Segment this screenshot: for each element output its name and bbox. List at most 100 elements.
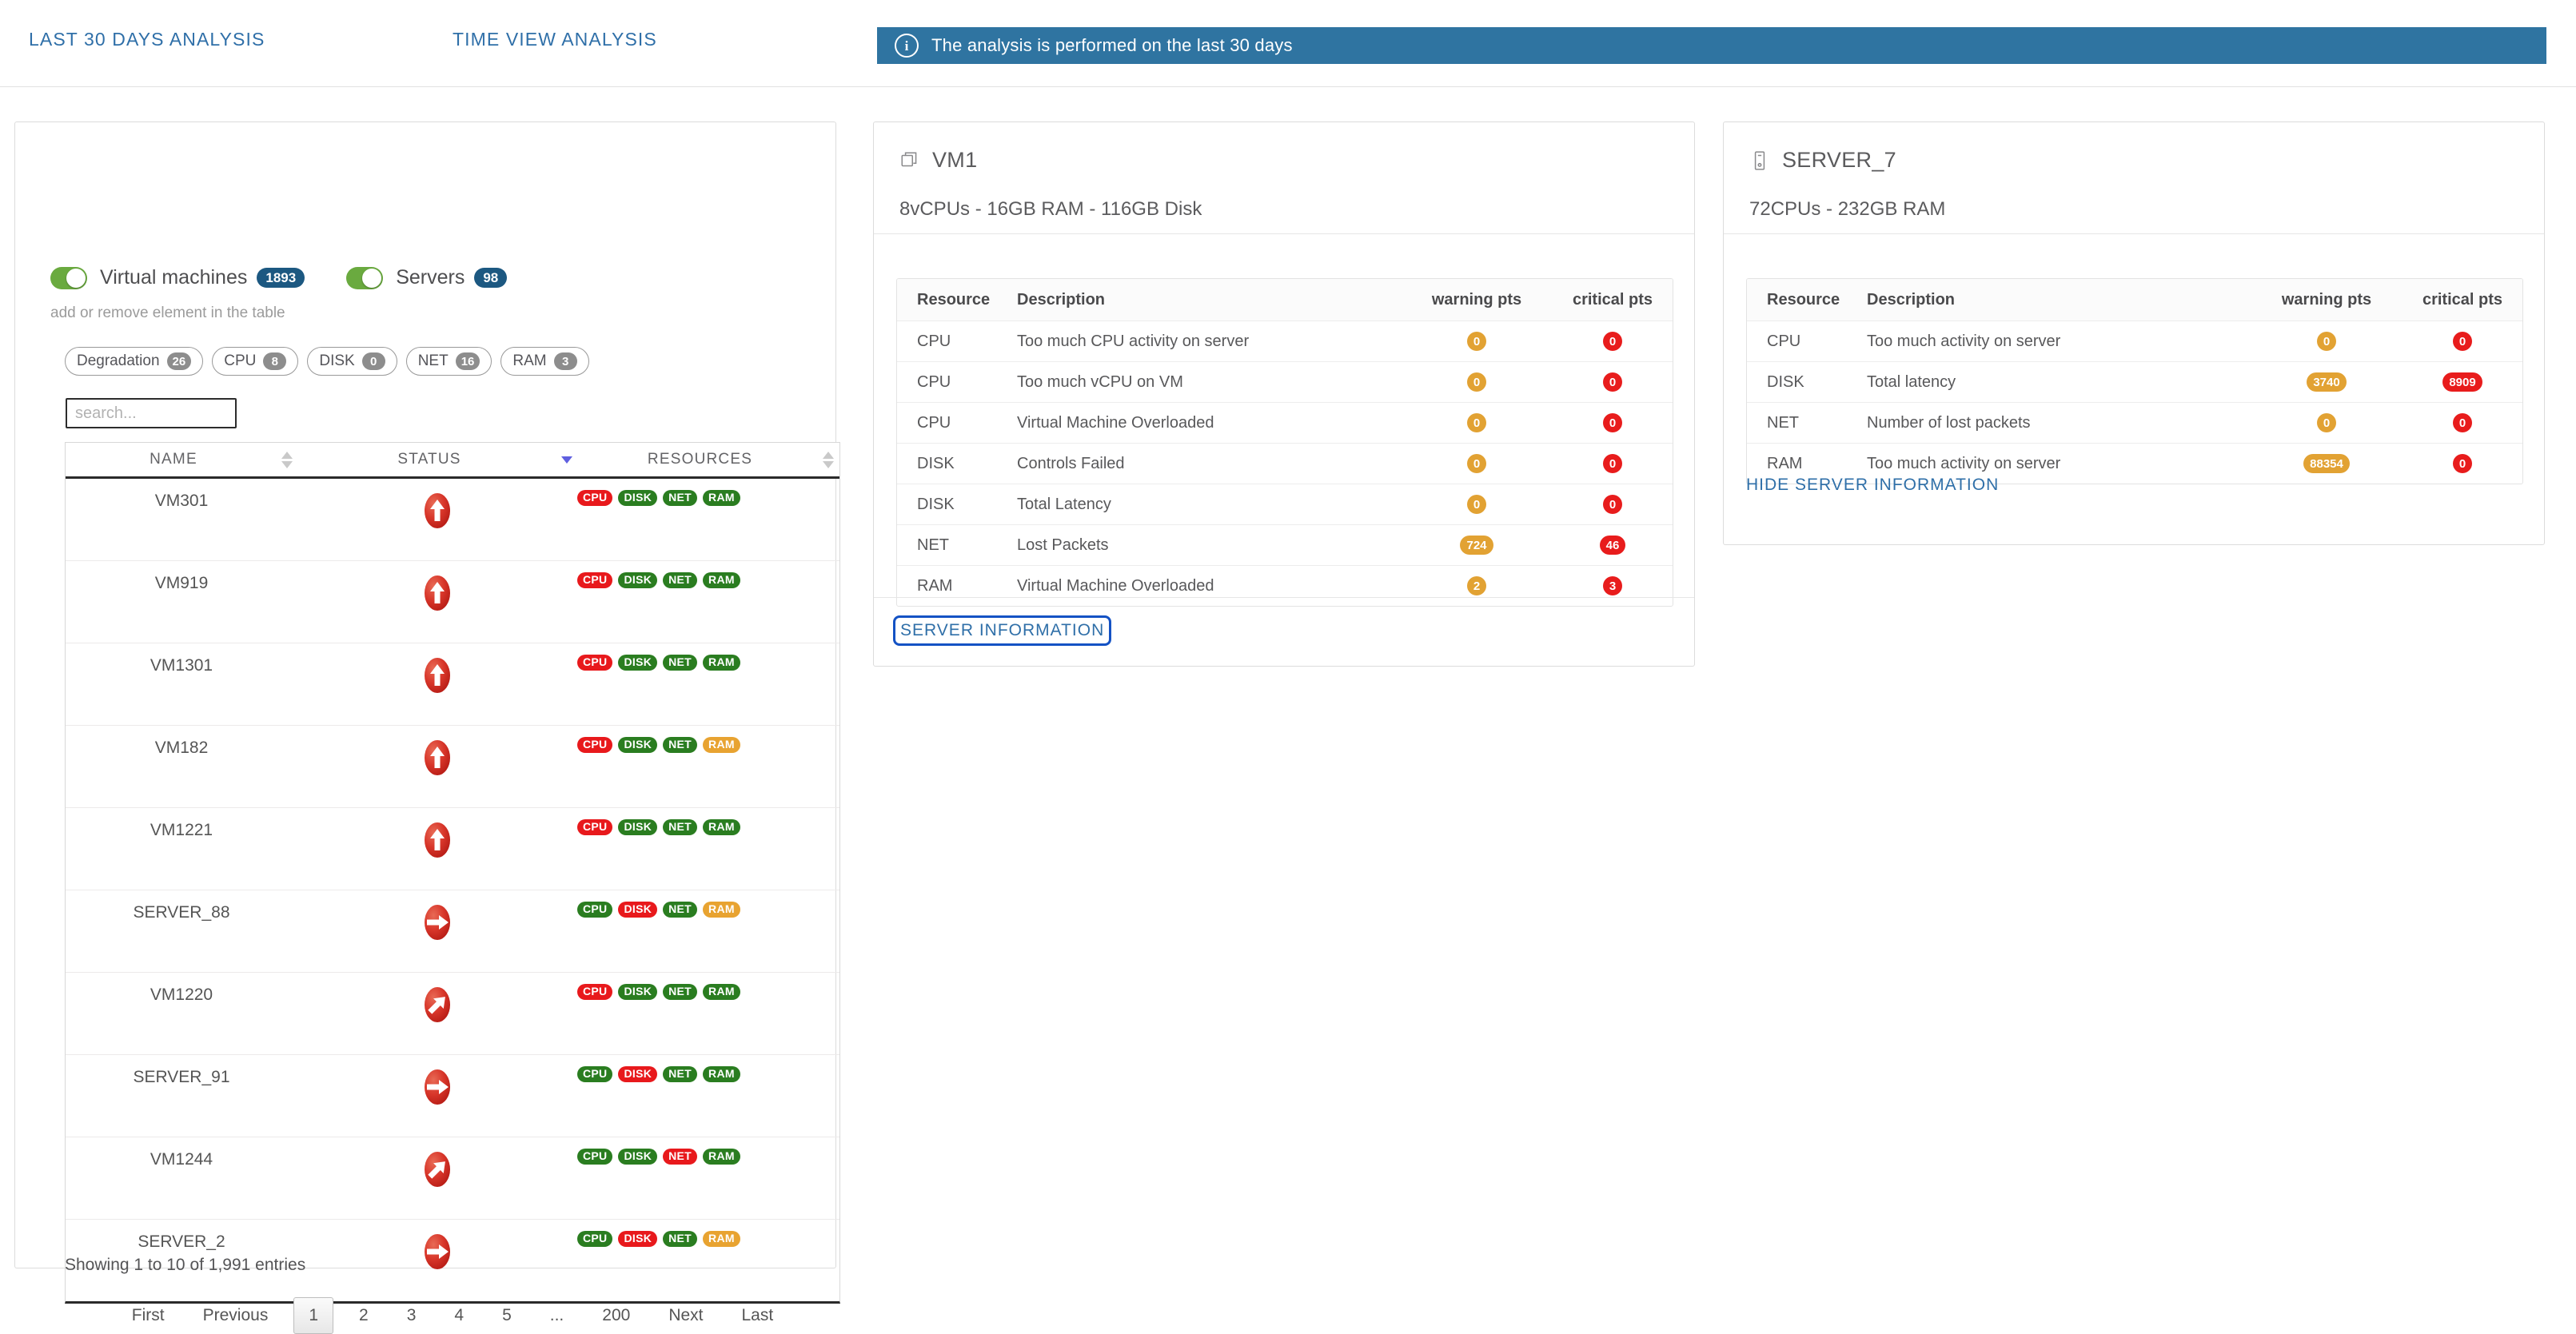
hide-server-information-button[interactable]: HIDE SERVER INFORMATION (1746, 476, 1999, 495)
search-input[interactable] (66, 398, 237, 428)
vm-col-resource: Resource (917, 290, 991, 309)
resource-badge-cpu: CPU (577, 490, 613, 506)
sort-icon-name[interactable] (281, 451, 293, 468)
metric-resource: NET (1767, 413, 1799, 432)
filter-chip-disk[interactable]: DISK 0 (307, 347, 397, 376)
resource-badge-net: NET (663, 1231, 698, 1247)
metric-row: DISK Controls Failed 0 0 (897, 444, 1673, 484)
status-arrow-up-icon (423, 492, 452, 530)
critical-points-badge: 0 (1602, 332, 1623, 352)
metric-warning-cell: 3740 (2251, 372, 2403, 392)
pagination-first[interactable]: First (113, 1298, 184, 1333)
metric-description: Controls Failed (1017, 454, 1125, 472)
resource-badge-disk: DISK (618, 1066, 658, 1082)
column-header-resources-label: RESOURCES (647, 451, 753, 468)
metric-warning-cell: 0 (1401, 372, 1553, 392)
pagination-page-2[interactable]: 2 (340, 1298, 388, 1333)
pagination-page-200[interactable]: 200 (583, 1298, 649, 1333)
cell-resources: CPU DISK NET RAM (577, 561, 839, 643)
metric-critical-cell: 46 (1553, 536, 1673, 556)
cell-status (297, 973, 577, 1054)
column-header-name[interactable]: NAME (66, 443, 297, 476)
resource-badge-net: NET (663, 490, 698, 506)
toggle-virtual-machines[interactable]: Virtual machines 1893 (50, 266, 305, 289)
column-header-resources[interactable]: RESOURCES (577, 443, 839, 476)
resource-badge-disk: DISK (618, 655, 658, 671)
critical-points-badge: 46 (1599, 536, 1626, 556)
resource-badge-ram: RAM (703, 655, 740, 671)
table-row[interactable]: VM1221 CPU DISK NET RAM (66, 808, 839, 890)
tab-last-30-days-analysis[interactable]: LAST 30 DAYS ANALYSIS (29, 29, 265, 50)
resource-badge-cpu: CPU (577, 819, 613, 835)
count-badge-servers: 98 (474, 268, 508, 288)
critical-points-badge: 0 (1602, 372, 1623, 392)
server-title: SERVER_7 (1782, 148, 1896, 172)
filter-chip-ram[interactable]: RAM 3 (500, 347, 589, 376)
table-row[interactable]: VM301 CPU DISK NET RAM (66, 479, 839, 561)
resource-badge-ram: RAM (703, 737, 740, 753)
metric-critical-cell: 3 (1553, 576, 1673, 596)
warning-points-badge: 0 (2316, 413, 2337, 433)
pagination-next[interactable]: Next (649, 1298, 722, 1333)
server-information-button[interactable]: SERVER INFORMATION (893, 615, 1112, 646)
status-arrow-right-icon (423, 903, 452, 942)
resource-badge-cpu: CPU (577, 572, 613, 588)
toggle-switch-virtual-machines[interactable] (50, 266, 87, 289)
cell-machine-name: VM1301 (150, 656, 213, 675)
metric-warning-cell: 0 (2251, 413, 2403, 433)
pagination-page-1[interactable]: 1 (293, 1297, 333, 1334)
table-row[interactable]: VM1301 CPU DISK NET RAM (66, 643, 839, 726)
metric-critical-cell: 0 (1553, 454, 1673, 474)
chip-count: 16 (455, 352, 481, 370)
resource-badge-disk: DISK (618, 737, 658, 753)
warning-points-badge: 2 (1466, 576, 1487, 596)
warning-points-badge: 3740 (2307, 372, 2347, 392)
pagination-page-5[interactable]: 5 (483, 1298, 531, 1333)
chip-label: NET (417, 352, 449, 369)
vm-title: VM1 (932, 148, 978, 172)
toggles-hint: add or remove element in the table (50, 305, 285, 321)
filter-chip-degradation[interactable]: Degradation 26 (65, 347, 204, 376)
pagination-previous[interactable]: Previous (184, 1298, 288, 1333)
tab-time-view-analysis[interactable]: TIME VIEW ANALYSIS (453, 29, 657, 50)
status-arrow-up-icon (423, 574, 452, 612)
sort-icon-status[interactable] (561, 456, 572, 464)
toggle-servers[interactable]: Servers 98 (346, 266, 508, 289)
table-row[interactable]: VM182 CPU DISK NET RAM (66, 726, 839, 808)
server-col-resource: Resource (1767, 290, 1840, 309)
toggle-switch-servers[interactable] (346, 266, 384, 289)
server-detail-card: SERVER_7 72CPUs - 232GB RAM Resource Des… (1723, 121, 2545, 545)
filter-chip-net[interactable]: NET 16 (405, 347, 492, 376)
status-arrow-right-icon (423, 1232, 452, 1271)
vm-detail-footer: SERVER INFORMATION (874, 597, 1694, 666)
pagination-page-3[interactable]: 3 (388, 1298, 436, 1333)
metric-critical-cell: 0 (1553, 332, 1673, 352)
vm-metrics-body: CPU Too much CPU activity on server 0 0 CPU T… (897, 321, 1673, 606)
warning-points-badge: 0 (1466, 332, 1487, 352)
metric-resource: NET (917, 536, 949, 554)
warning-points-badge: 0 (1466, 413, 1487, 433)
pagination-page-4[interactable]: 4 (435, 1298, 483, 1333)
cell-resources: CPU DISK NET RAM (577, 890, 839, 972)
warning-points-badge: 0 (1466, 495, 1487, 515)
pagination-last[interactable]: Last (723, 1298, 793, 1333)
resource-badge-ram: RAM (703, 984, 740, 1000)
resource-badge-net: NET (663, 984, 698, 1000)
cell-machine-name: VM1220 (150, 986, 213, 1004)
table-row[interactable]: VM1220 CPU DISK NET RAM (66, 973, 839, 1055)
filter-chip-cpu[interactable]: CPU 8 (212, 347, 299, 376)
metric-warning-cell: 2 (1401, 576, 1553, 596)
table-row[interactable]: VM919 CPU DISK NET RAM (66, 561, 839, 643)
warning-points-badge: 0 (1466, 454, 1487, 474)
server-spec: 72CPUs - 232GB RAM (1749, 198, 1946, 220)
cell-status (297, 1220, 577, 1301)
sort-icon-resources[interactable] (823, 451, 834, 468)
cell-resources: CPU DISK NET RAM (577, 643, 839, 725)
count-badge-virtual-machines: 1893 (257, 268, 305, 288)
table-row[interactable]: SERVER_88 CPU DISK NET RAM (66, 890, 839, 973)
vm-col-critical: critical pts (1572, 290, 1653, 309)
table-row[interactable]: SERVER_91 CPU DISK NET RAM (66, 1055, 839, 1137)
column-header-status[interactable]: STATUS (297, 443, 577, 476)
table-row[interactable]: VM1244 CPU DISK NET RAM (66, 1137, 839, 1220)
chip-count: 3 (553, 352, 577, 370)
